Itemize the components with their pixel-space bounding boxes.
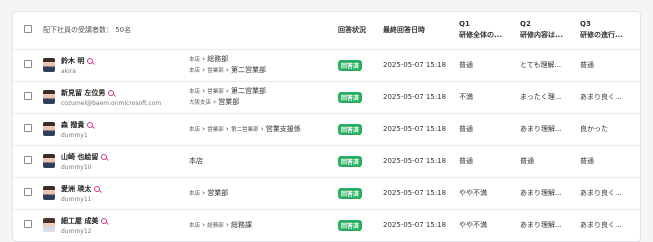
department-line: 大阪支店 › 営業部 (189, 98, 240, 106)
table-row: 新見留 左位男 cozumel@baem.onmicrosoft.com 本店 ›… (13, 81, 640, 114)
avatar (43, 186, 55, 200)
status-header[interactable]: 回答状況 (338, 12, 384, 50)
q1-number: Q1 (459, 20, 470, 29)
avatar (43, 154, 55, 168)
q3-answer: 良かった (580, 113, 640, 146)
user-id: cozumel@baem.onmicrosoft.com (61, 99, 162, 107)
q1-answer: やや不満 (459, 209, 521, 241)
table-row: 森 撥貴 dummy1 本店 › 営業部 › 第二営業部 › 営業支援係 回答済 … (13, 113, 640, 146)
department-line: 本店 › 営業部 › 第二営業部 (189, 87, 267, 95)
magnifier-icon[interactable] (87, 57, 94, 64)
respondent-table-card: 配下社員の受講者数： 50名 回答状況 最終回答日時 Q1 研修全体の... Q2… (12, 11, 641, 242)
q1-answer: やや不満 (459, 177, 521, 210)
row-checkbox[interactable] (24, 156, 32, 164)
select-all-cell (13, 12, 43, 50)
q3-answer: あまり良く... (580, 209, 640, 241)
avatar (43, 58, 55, 72)
department-line: 本店 › 営業部 (189, 188, 229, 197)
row-checkbox[interactable] (24, 220, 32, 228)
q1-answer: 普通 (459, 49, 521, 82)
q3-answer: あまり良く... (580, 177, 640, 210)
magnifier-icon[interactable] (101, 217, 108, 224)
answer-date: 2025-05-07 15:18 (383, 177, 460, 210)
department-line: 本店 › 総務部 › 総務課 (189, 220, 253, 229)
row-checkbox[interactable] (24, 60, 32, 68)
user-name[interactable]: 山崎 也絵留 (61, 152, 98, 162)
select-all-checkbox[interactable] (24, 25, 32, 34)
avatar (43, 90, 55, 104)
user-name[interactable]: 鈴木 明 (61, 56, 84, 66)
answer-date: 2025-05-07 15:18 (383, 145, 460, 178)
q3-answer: 普通 (580, 49, 640, 82)
magnifier-icon[interactable] (94, 185, 101, 192)
magnifier-icon[interactable] (87, 121, 94, 128)
table-row: 山崎 也絵留 dummy10 本店 回答済 2025-05-07 15:18 普通… (13, 145, 640, 178)
answer-date: 2025-05-07 15:18 (383, 49, 460, 82)
q3-header[interactable]: Q3 研修の進行... (580, 12, 640, 50)
magnifier-icon[interactable] (101, 153, 108, 160)
table-row: 鈴木 明 akira 本店 › 総務部本店 › 営業部 › 第二営業部 回答済 2… (13, 49, 640, 82)
user-name[interactable]: 森 撥貴 (61, 120, 84, 130)
table-header-row: 配下社員の受講者数： 50名 回答状況 最終回答日時 Q1 研修全体の... Q2… (13, 12, 640, 50)
answer-date: 2025-05-07 15:18 (383, 81, 460, 114)
q1-answer: 不満 (459, 81, 521, 114)
status-badge: 回答済 (338, 123, 363, 135)
row-checkbox[interactable] (24, 188, 32, 196)
q3-answer: あまり良く... (580, 81, 640, 114)
last-answer-header[interactable]: 最終回答日時 (383, 12, 460, 50)
department-line: 本店 › 営業部 › 第二営業部 (189, 66, 267, 74)
q2-answer: あまり理解... (520, 209, 581, 241)
department-line: 本店 › 総務部 (189, 55, 229, 63)
q2-header[interactable]: Q2 研修内容は... (520, 12, 581, 50)
q2-answer: あまり理解... (520, 113, 581, 146)
table-row: 細工屋 成美 dummy12 本店 › 総務部 › 総務課 回答済 2025-05… (13, 209, 640, 241)
magnifier-icon[interactable] (108, 89, 115, 96)
user-id: dummy10 (61, 163, 92, 171)
row-checkbox[interactable] (24, 124, 32, 132)
q1-header[interactable]: Q1 研修全体の... (459, 12, 521, 50)
q1-text: 研修全体の... (459, 31, 502, 40)
q2-answer: 普通 (520, 145, 581, 178)
status-badge: 回答済 (338, 219, 363, 231)
q1-answer: 普通 (459, 145, 521, 178)
avatar (43, 122, 55, 136)
table-row: 愛洲 瑛太 dummy11 本店 › 営業部 回答済 2025-05-07 15:… (13, 177, 640, 210)
respondent-table: 配下社員の受講者数： 50名 回答状況 最終回答日時 Q1 研修全体の... Q2… (13, 12, 640, 241)
row-checkbox[interactable] (24, 92, 32, 100)
department-line: 本店 (189, 157, 203, 165)
q2-answer: とても理解... (520, 49, 581, 82)
respondent-count: 配下社員の受講者数： 50名 (43, 12, 339, 50)
q1-answer: 普通 (459, 113, 521, 146)
q2-number: Q2 (520, 20, 531, 29)
q2-text: 研修内容は... (520, 31, 563, 40)
user-id: akira (61, 67, 76, 75)
q3-number: Q3 (580, 20, 591, 29)
user-name[interactable]: 愛洲 瑛太 (61, 184, 91, 194)
user-id: dummy1 (61, 131, 88, 139)
q3-text: 研修の進行... (580, 31, 623, 40)
department-line: 本店 › 営業部 › 第二営業部 › 営業支援係 (189, 124, 301, 133)
user-id: dummy11 (61, 195, 92, 203)
answer-date: 2025-05-07 15:18 (383, 209, 460, 241)
status-badge: 回答済 (338, 59, 363, 71)
status-badge: 回答済 (338, 91, 363, 103)
answer-date: 2025-05-07 15:18 (383, 113, 460, 146)
avatar (43, 218, 55, 232)
q3-answer: 普通 (580, 145, 640, 178)
user-id: dummy12 (61, 227, 92, 235)
q2-answer: まったく理... (520, 81, 581, 114)
user-name[interactable]: 細工屋 成美 (61, 216, 98, 226)
user-name[interactable]: 新見留 左位男 (61, 88, 105, 98)
q2-answer: あまり理解... (520, 177, 581, 210)
status-badge: 回答済 (338, 187, 363, 199)
status-badge: 回答済 (338, 155, 363, 167)
